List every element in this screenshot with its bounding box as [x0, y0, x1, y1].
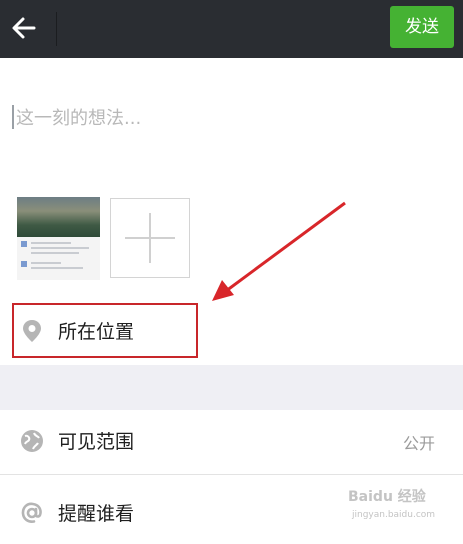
thumbnail-text-line: [31, 247, 89, 249]
attached-image-thumbnail[interactable]: [17, 197, 100, 280]
text-caret: [12, 105, 14, 129]
watermark-url: jingyan.baidu.com: [352, 510, 436, 520]
plus-icon: [149, 213, 151, 263]
thumbnail-landscape: [17, 197, 100, 237]
watermark-logo: Baidu 经验: [348, 489, 426, 505]
thumbnail-text-line: [31, 262, 61, 264]
arrow-left-icon[interactable]: [8, 12, 40, 44]
visibility-row[interactable]: 可见范围 公开: [0, 410, 463, 472]
top-bar: 发送: [0, 0, 463, 58]
visibility-label: 可见范围: [58, 431, 135, 453]
globe-icon: [21, 430, 43, 452]
at-icon: [21, 502, 42, 523]
thumbnail-text-line: [31, 252, 79, 254]
send-button[interactable]: 发送: [390, 6, 454, 48]
add-image-button[interactable]: [110, 198, 190, 278]
compose-placeholder[interactable]: 这一刻的想法...: [16, 104, 141, 130]
thumbnail-text-line: [31, 267, 83, 269]
location-row[interactable]: 所在位置: [0, 300, 463, 362]
location-pin-icon: [23, 320, 41, 342]
header-divider: [56, 12, 57, 46]
location-label: 所在位置: [58, 321, 135, 343]
thumbnail-avatar: [21, 241, 27, 247]
thumbnail-avatar: [21, 261, 27, 267]
visibility-value: 公开: [402, 434, 435, 453]
section-gap: [0, 365, 463, 410]
row-separator: [0, 474, 463, 475]
mention-label: 提醒谁看: [58, 503, 135, 525]
thumbnail-text-line: [31, 242, 71, 244]
